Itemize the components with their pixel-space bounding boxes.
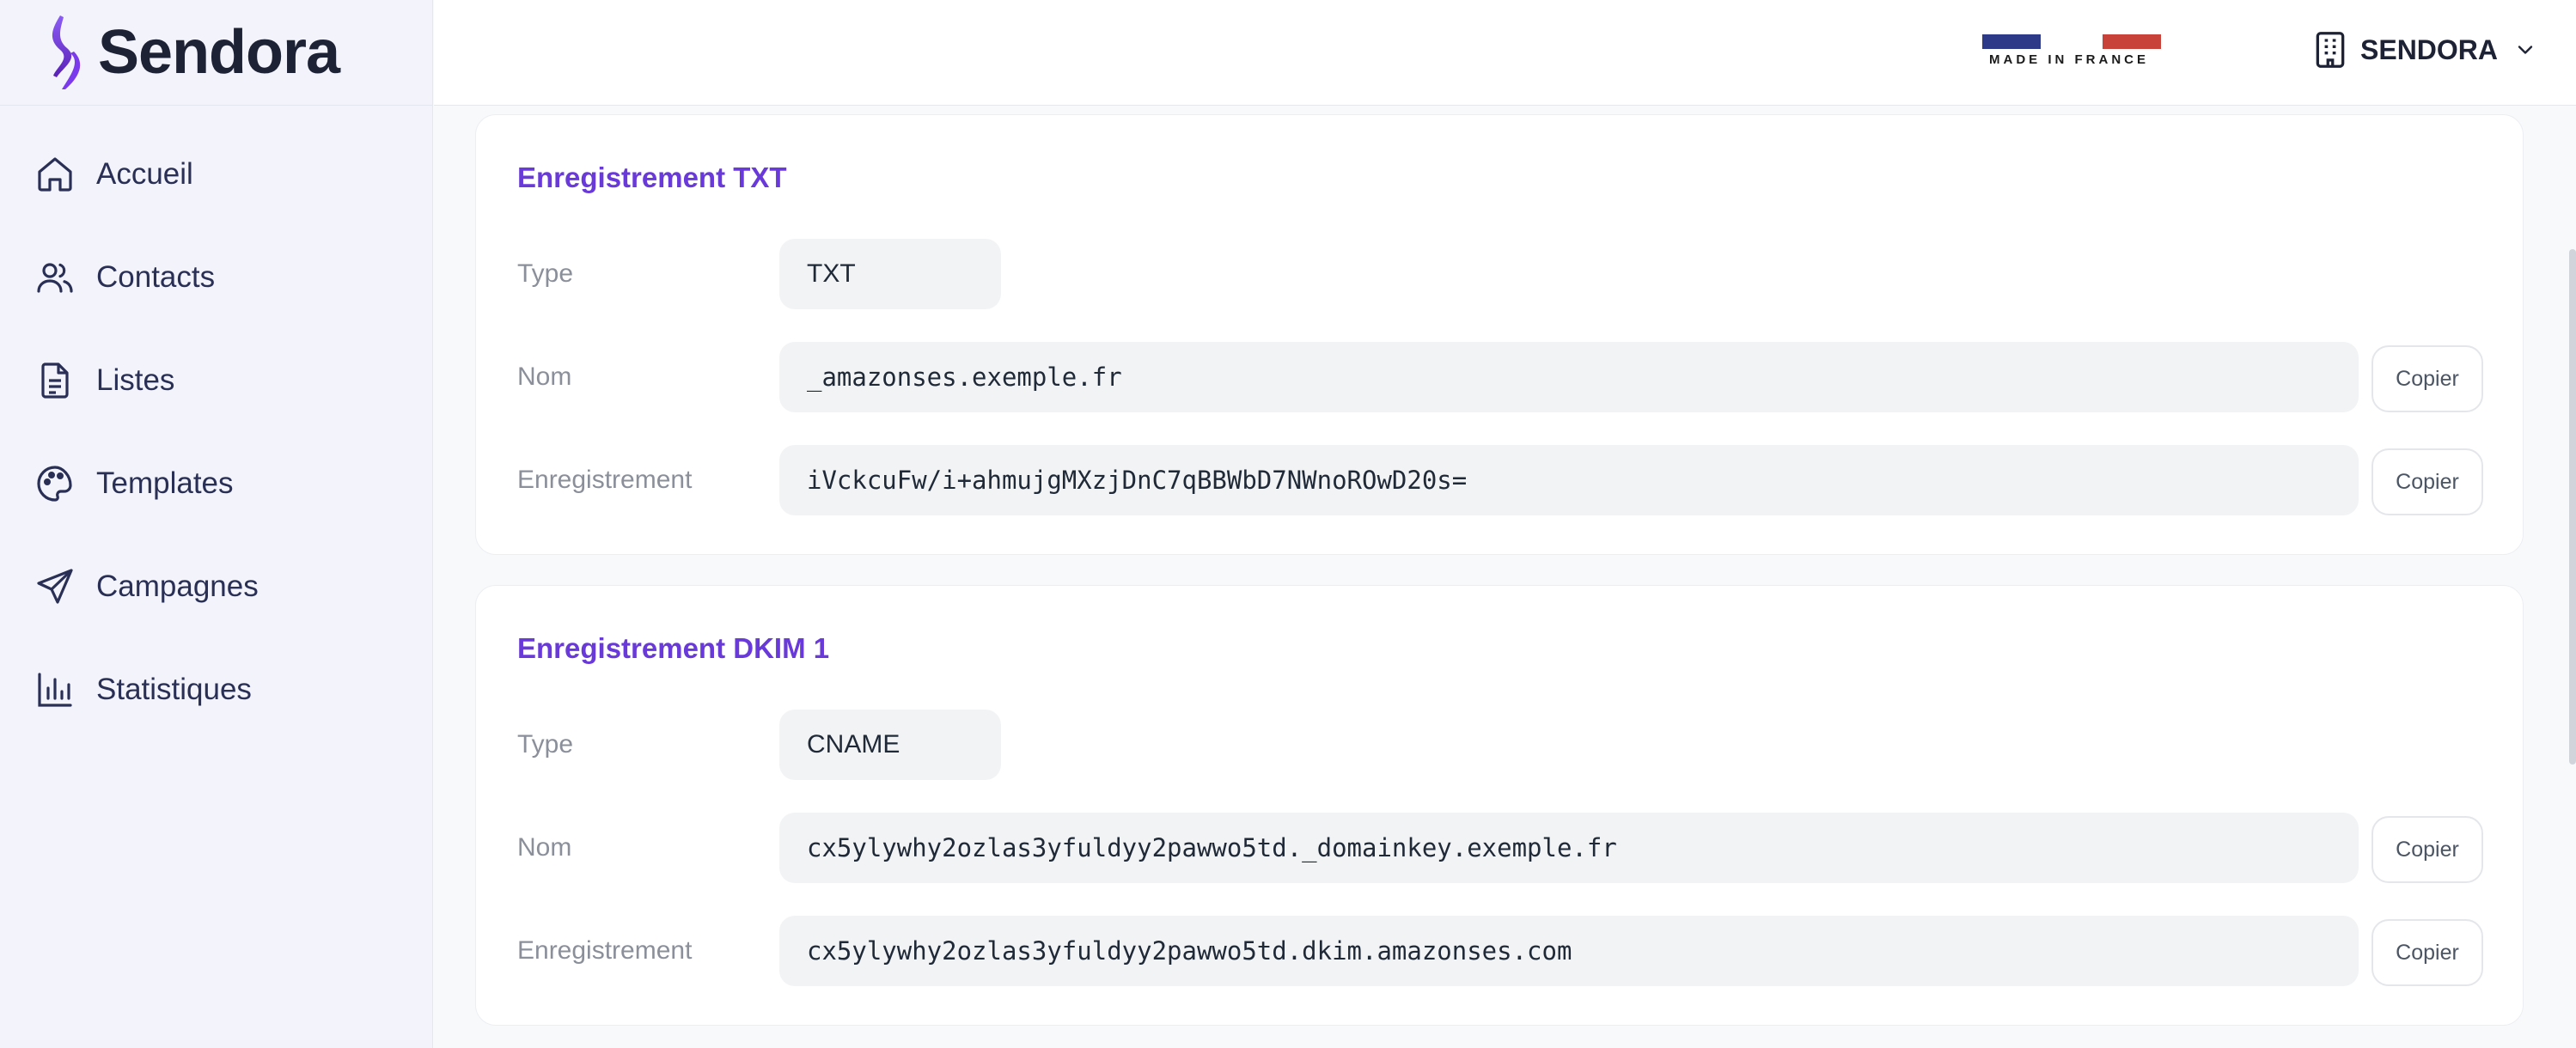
dns-record-card-dkim-1: Enregistrement DKIM 1 Type CNAME Nom cx5… — [475, 585, 2524, 1026]
record-value[interactable]: iVckcuFw/i+ahmujgMXzjDnC7qBBWbD7NWnoROwD… — [779, 445, 2359, 515]
sidebar-item-listes[interactable]: Listes — [0, 329, 432, 432]
sidebar-item-label: Statistiques — [96, 673, 252, 706]
organization-name: SENDORA — [2360, 34, 2499, 65]
dns-record-card-txt: Enregistrement TXT Type TXT Nom _amazons… — [475, 114, 2524, 555]
name-value[interactable]: cx5ylywhy2ozlas3yfuldyy2pawwo5td._domain… — [779, 813, 2359, 883]
logo-text: Sendora — [98, 18, 340, 87]
sidebar-nav: Accueil Contacts Listes Templates Campag… — [0, 106, 432, 741]
document-icon — [41, 363, 69, 399]
bar-chart-icon — [38, 673, 72, 707]
record-label: Enregistrement — [517, 466, 693, 494]
sidebar-item-contacts[interactable]: Contacts — [0, 226, 432, 329]
sidebar-item-statistiques[interactable]: Statistiques — [0, 638, 432, 741]
name-label: Nom — [517, 833, 572, 862]
made-in-france-badge: MADE IN FRANCE — [1982, 34, 2163, 69]
sidebar-item-accueil[interactable]: Accueil — [0, 123, 432, 226]
top-header: MADE IN FRANCE SENDORA — [434, 0, 2576, 106]
made-in-france-text: MADE IN FRANCE — [1989, 52, 2149, 67]
sidebar: Sendora Accueil Contacts Listes Template… — [0, 0, 433, 1048]
logo[interactable]: Sendora — [0, 0, 432, 106]
copy-record-button[interactable]: Copier — [2372, 919, 2483, 986]
sidebar-item-templates[interactable]: Templates — [0, 432, 432, 535]
flag-red-stripe — [2103, 34, 2161, 49]
home-icon — [38, 157, 72, 192]
type-value: TXT — [779, 239, 1001, 309]
users-icon — [37, 263, 73, 293]
copy-name-button[interactable]: Copier — [2372, 816, 2483, 883]
sendora-logo-icon — [52, 15, 81, 89]
building-icon — [2316, 32, 2345, 68]
sidebar-item-label: Campagnes — [96, 570, 259, 603]
copy-name-button[interactable]: Copier — [2372, 345, 2483, 412]
flag-blue-stripe — [1982, 34, 2041, 49]
sidebar-item-label: Accueil — [96, 157, 193, 191]
type-value: CNAME — [779, 710, 1001, 780]
send-icon — [37, 569, 73, 604]
sidebar-item-campagnes[interactable]: Campagnes — [0, 535, 432, 638]
sidebar-item-label: Listes — [96, 363, 175, 397]
record-value[interactable]: cx5ylywhy2ozlas3yfuldyy2pawwo5td.dkim.am… — [779, 916, 2359, 986]
card-title: Enregistrement DKIM 1 — [517, 632, 830, 664]
chevron-down-icon — [2518, 46, 2533, 54]
sidebar-item-label: Contacts — [96, 260, 216, 294]
scrollbar[interactable] — [2569, 249, 2576, 765]
card-title: Enregistrement TXT — [517, 161, 787, 193]
name-value[interactable]: _amazonses.exemple.fr — [779, 342, 2359, 412]
sidebar-item-label: Templates — [96, 466, 234, 500]
type-label: Type — [517, 259, 574, 288]
organization-switcher[interactable]: SENDORA — [2314, 31, 2537, 69]
type-label: Type — [517, 730, 574, 759]
palette-icon — [37, 466, 72, 502]
record-label: Enregistrement — [517, 936, 693, 965]
name-label: Nom — [517, 363, 572, 391]
copy-record-button[interactable]: Copier — [2372, 448, 2483, 515]
